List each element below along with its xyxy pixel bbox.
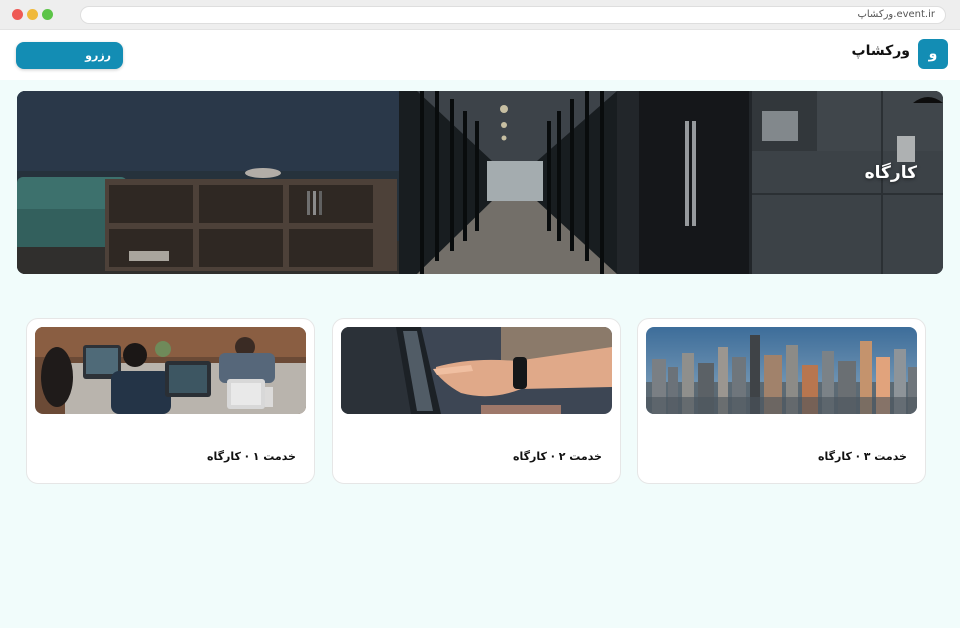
service-card[interactable]: خدمت ۱ · کارگاه: [26, 318, 315, 484]
card-title[interactable]: خدمت ۱ · کارگاه: [207, 450, 296, 463]
hero-title: کارگاه: [864, 163, 917, 183]
address-bar-url: ورکشاپ.event.ir: [857, 9, 935, 20]
window-minimize-dot[interactable]: [27, 9, 38, 20]
people-with-laptops-image: [35, 327, 306, 414]
hero-office-image: [17, 91, 943, 274]
site-header: و ورکشاپ رزرو: [0, 30, 960, 80]
logo-icon[interactable]: و: [918, 39, 948, 69]
city-skyline-image: [646, 327, 917, 414]
reserve-button[interactable]: رزرو: [16, 42, 123, 69]
window-maximize-dot[interactable]: [42, 9, 53, 20]
hero-banner: کارگاه: [17, 91, 943, 274]
window-close-dot[interactable]: [12, 9, 23, 20]
card-title[interactable]: خدمت ۳ · کارگاه: [818, 450, 907, 463]
service-card[interactable]: خدمت ۳ · کارگاه: [637, 318, 926, 484]
brand-name[interactable]: ورکشاپ: [852, 43, 910, 59]
address-bar[interactable]: ورکشاپ.event.ir: [80, 6, 946, 24]
service-card[interactable]: خدمت ۲ · کارگاه: [332, 318, 621, 484]
browser-chrome: ورکشاپ.event.ir: [0, 0, 960, 30]
hand-pointing-laptop-image: [341, 327, 612, 414]
card-title[interactable]: خدمت ۲ · کارگاه: [513, 450, 602, 463]
